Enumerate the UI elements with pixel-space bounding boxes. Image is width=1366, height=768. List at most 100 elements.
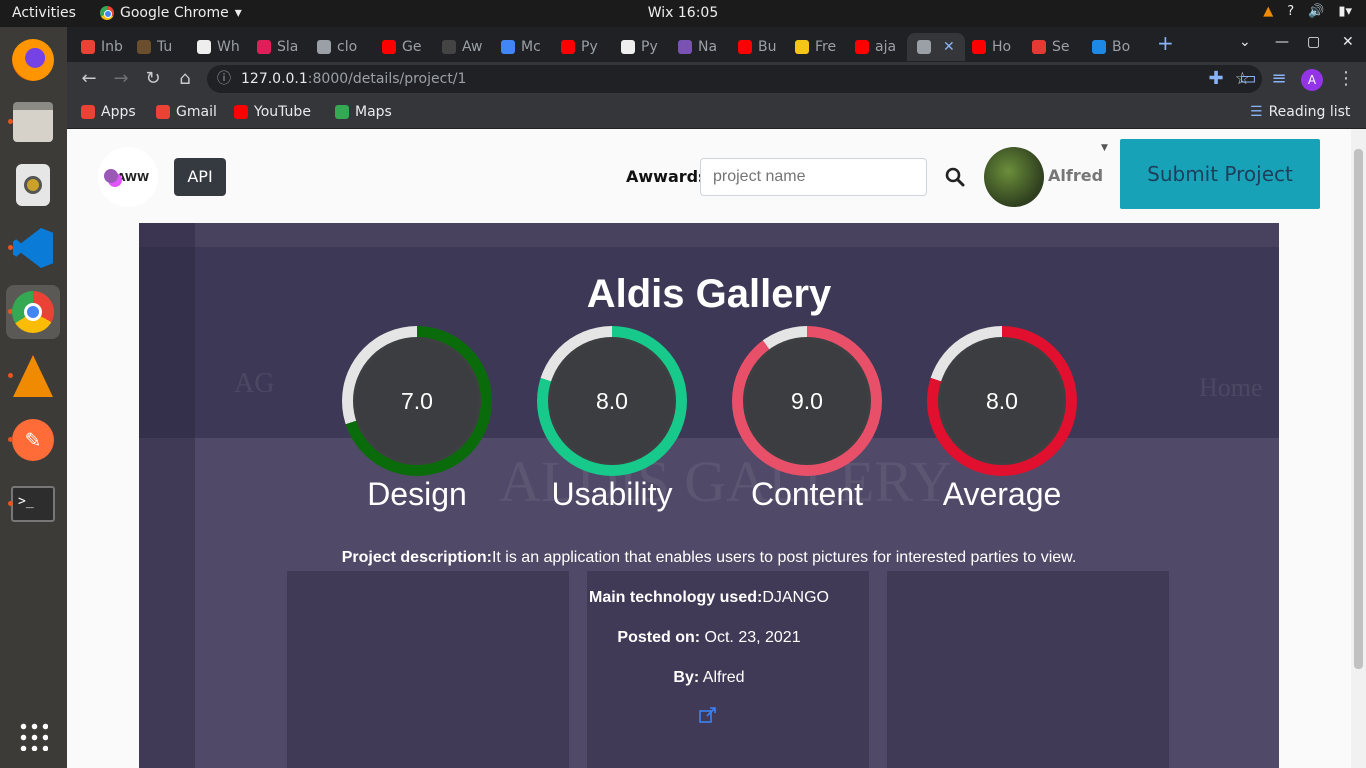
volume-icon[interactable]: 🔊 [1308,4,1324,19]
tab-label: Bo [1112,39,1131,55]
browser-tab[interactable]: Inb [81,33,123,61]
cast-icon[interactable]: ▭ [1237,68,1259,89]
rating-ring: 7.0 [342,326,492,476]
back-icon[interactable]: ← [78,68,100,89]
extensions-icon[interactable]: ✚ [1205,68,1227,89]
browser-tab[interactable]: Bo [1092,33,1130,61]
terminal-icon: >_ [11,486,55,522]
close-tab-icon[interactable]: ✕ [943,39,955,55]
search-icon[interactable] [943,165,967,189]
rating-ring: 8.0 [537,326,687,476]
page-scrollbar[interactable] [1351,129,1366,768]
search-input[interactable] [700,158,927,196]
bookmark-item[interactable]: Apps [81,104,136,120]
dock-vscode[interactable] [6,221,60,275]
new-tab-icon[interactable]: + [1157,31,1174,55]
browser-tab[interactable]: aja [855,33,896,61]
browser-tab[interactable]: Ge [382,33,421,61]
bookmark-favicon-icon [81,105,95,119]
tab-label: Mc [521,39,541,55]
description-label: Project description: [341,549,492,566]
browser-tab[interactable]: Wh [197,33,240,61]
dock-chrome[interactable] [6,285,60,339]
project-technology: Main technology used:DJANGO [139,589,1279,607]
files-icon [13,102,53,142]
browser-tab[interactable]: Mc [501,33,541,61]
tab-label: Ho [992,39,1012,55]
user-avatar[interactable] [984,147,1044,207]
minimize-icon[interactable]: — [1275,34,1289,50]
running-indicator [8,437,13,442]
tab-label: aja [875,39,897,55]
browser-tab[interactable]: Fre [795,33,836,61]
browser-tab[interactable]: Py [621,33,658,61]
close-window-icon[interactable]: ✕ [1342,34,1354,50]
home-icon[interactable]: ⌂ [174,68,196,89]
menu-icon[interactable]: ⋮ [1335,68,1357,89]
media-icon[interactable]: ≡ [1268,68,1290,89]
bookmark-label: Maps [355,104,392,120]
address-bar[interactable]: ⓘ 127.0.0.1:8000/details/project/1 ☆ [207,65,1262,93]
show-applications-button[interactable] [6,709,60,763]
clock[interactable]: Wix 16:05 [0,5,1366,21]
bookmark-label: Apps [101,104,136,120]
dock-rhythmbox[interactable] [6,158,60,212]
browser-tab[interactable]: Bu [738,33,776,61]
browser-tab[interactable]: Na [678,33,717,61]
tab-label: Aw [462,39,483,55]
browser-tab[interactable]: ✕ [907,33,965,61]
bookmark-item[interactable]: Maps [335,104,392,120]
maximize-icon[interactable]: ▢ [1307,34,1320,50]
api-button[interactable]: API [174,158,226,196]
system-tray[interactable]: ▲ ? 🔊 ▮▾ [1263,4,1352,19]
browser-tab[interactable]: clo [317,33,357,61]
chevron-down-icon[interactable]: ⌄ [1239,34,1251,50]
dock-firefox[interactable] [6,33,60,87]
tab-favicon-icon [317,40,331,54]
dropdown-caret-icon[interactable]: ▼ [1101,143,1108,153]
submit-project-button[interactable]: Submit Project [1120,139,1320,209]
browser-tab[interactable]: Aw [442,33,482,61]
reading-list-button[interactable]: ☰ Reading list [1250,104,1350,120]
site-logo[interactable]: AWW [98,147,158,207]
tab-label: Na [698,39,718,55]
dock-files[interactable] [6,95,60,149]
vlc-tray-icon[interactable]: ▲ [1263,4,1273,19]
browser-tab[interactable]: Ho [972,33,1011,61]
bookmark-item[interactable]: Gmail [156,104,217,120]
scrollbar-thumb[interactable] [1354,149,1363,669]
tab-label: Sla [277,39,299,55]
tab-favicon-icon [382,40,396,54]
firefox-icon [12,39,54,81]
tab-favicon-icon [81,40,95,54]
bookmark-item[interactable]: YouTube [234,104,311,120]
browser-tab[interactable]: Py [561,33,598,61]
forward-icon[interactable]: → [110,68,132,89]
browser-tab[interactable]: Se [1032,33,1070,61]
external-link-icon[interactable] [699,707,717,723]
help-icon[interactable]: ? [1287,4,1294,19]
tab-label: Tu [157,39,173,55]
battery-icon[interactable]: ▮▾ [1338,4,1352,19]
tab-favicon-icon [795,40,809,54]
technology-label: Main technology used: [588,589,763,606]
logo-text: AWW [116,170,150,184]
browser-tab[interactable]: Tu [137,33,172,61]
rating-label: Design [367,476,467,512]
dock-vlc[interactable] [6,349,60,403]
rating-usability: 8.0 Usability [532,326,692,513]
tab-favicon-icon [257,40,271,54]
reload-icon[interactable]: ↻ [142,68,164,89]
tab-strip: Inb Tu Wh Sla clo Ge Aw Mc Py Py Na Bu Fre aja ✕ Ho Se Bo… [67,27,1366,62]
tab-label: Inb [101,39,123,55]
technology-value: DJANGO [762,589,829,606]
info-icon[interactable]: ⓘ [217,65,231,93]
dock-postman[interactable]: ✎ [6,413,60,467]
profile-avatar[interactable]: A [1301,69,1323,91]
project-description: Project description:It is an application… [139,549,1279,567]
dock-terminal[interactable]: >_ [6,477,60,531]
username[interactable]: Alfred [1048,166,1103,185]
browser-tab[interactable]: Sla [257,33,298,61]
grid-icon [18,721,48,751]
tab-favicon-icon [738,40,752,54]
